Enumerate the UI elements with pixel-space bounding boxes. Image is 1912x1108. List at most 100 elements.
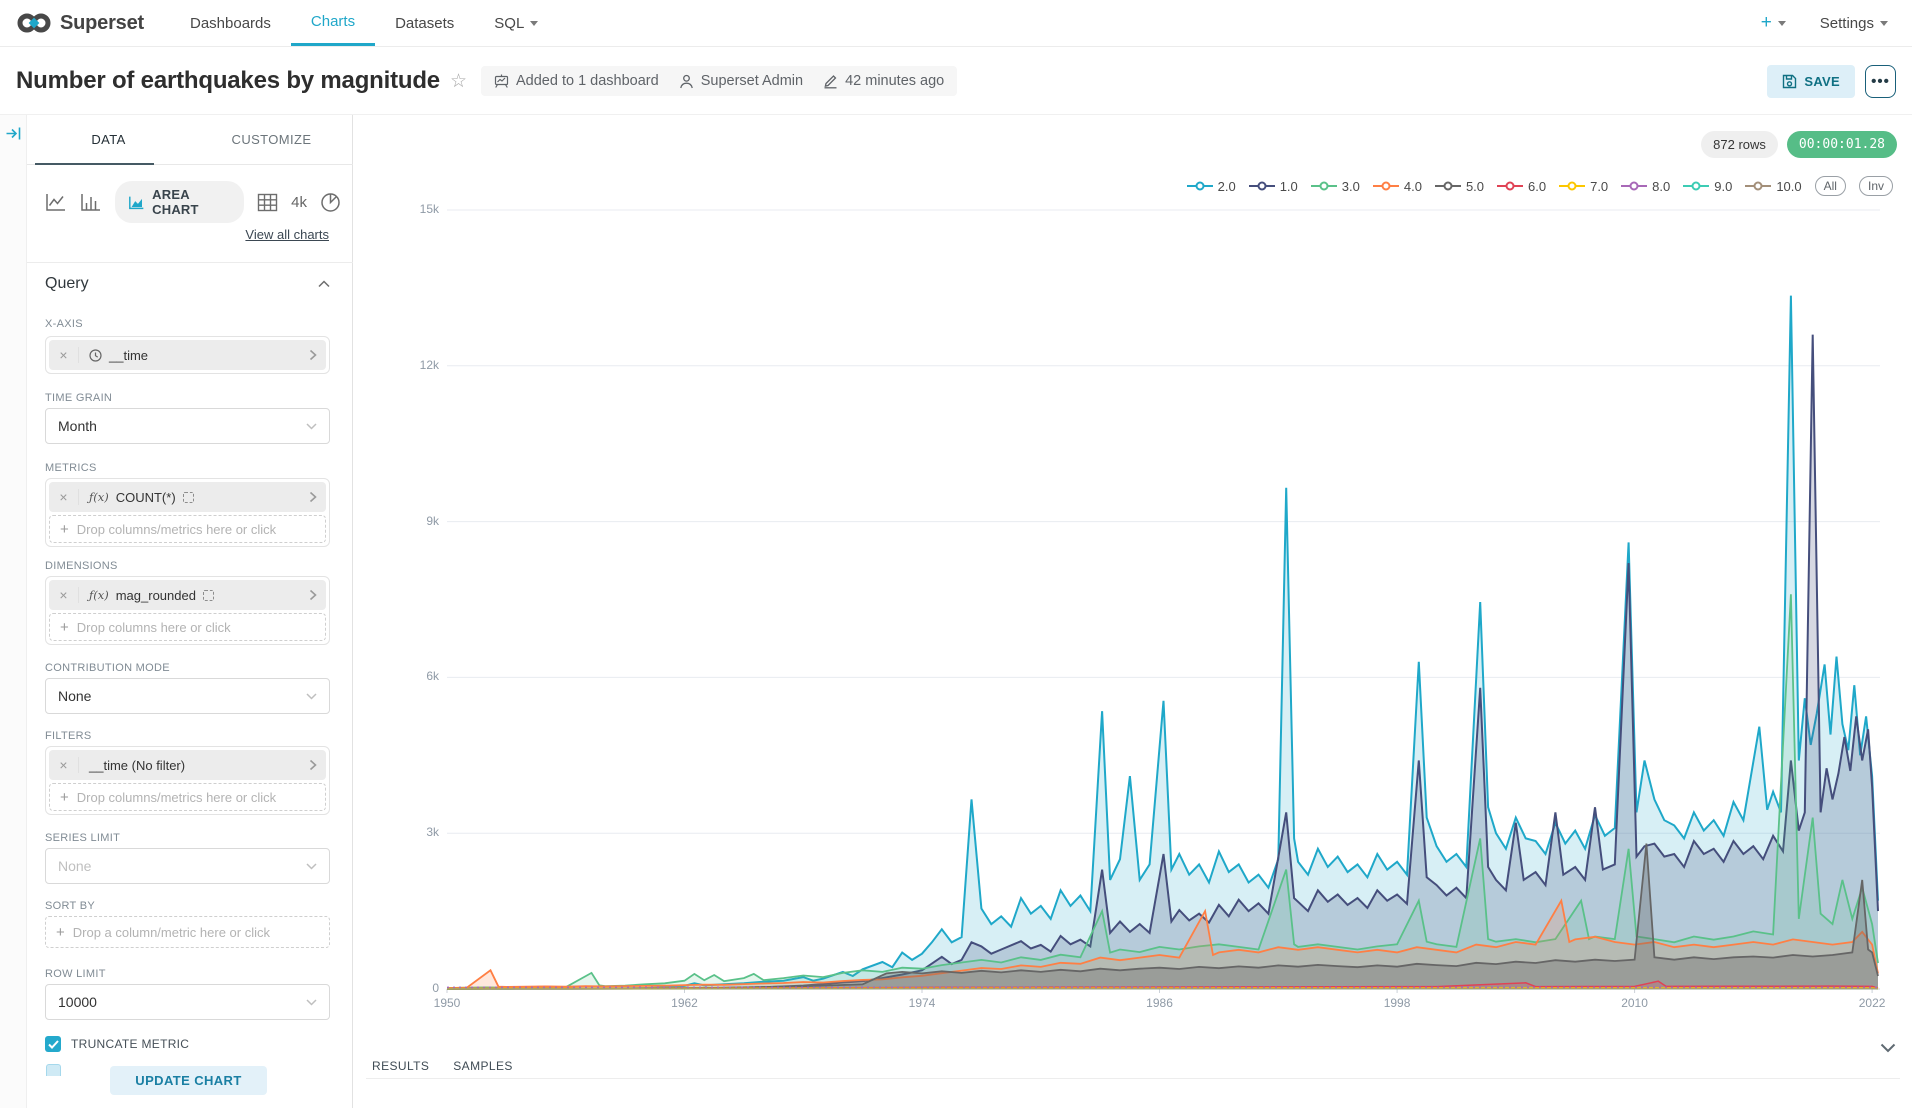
legend-item-7.0[interactable]: 7.0 xyxy=(1559,179,1608,194)
chevron-right-icon xyxy=(300,491,326,503)
brand-name: Superset xyxy=(60,12,144,35)
chart-header: Number of earthquakes by magnitude ☆ Add… xyxy=(0,48,1912,115)
remove-icon[interactable]: × xyxy=(49,489,79,505)
x-axis-control: × __time xyxy=(45,336,330,374)
truncate-metric-label: TRUNCATE METRIC xyxy=(71,1037,189,1051)
y-tick-label: 12k xyxy=(420,358,439,372)
bar-chart-icon[interactable] xyxy=(80,192,102,212)
chart-type-selected-area-chart[interactable]: AREA CHART xyxy=(115,181,244,223)
chart-legend: 2.0 1.0 3.0 4.0 5.0 6.0 7.0 8.0 9.0 10 xyxy=(1187,176,1893,196)
clock-icon xyxy=(89,349,102,362)
legend-button-all[interactable]: All xyxy=(1815,176,1846,196)
area-chart-icon xyxy=(128,194,145,211)
x-tick-label: 2010 xyxy=(1621,996,1648,1010)
chevron-right-icon xyxy=(300,589,326,601)
contribution-mode-select[interactable]: None xyxy=(45,678,330,714)
divider xyxy=(27,262,353,263)
big-number-chart-icon[interactable]: 4k xyxy=(291,194,307,211)
series-limit-select[interactable]: None xyxy=(45,848,330,884)
x-tick-label: 1998 xyxy=(1384,996,1411,1010)
panel-tabs: DATA CUSTOMIZE xyxy=(27,115,353,165)
divider xyxy=(366,1078,1900,1079)
nav-dashboards[interactable]: Dashboards xyxy=(170,0,291,46)
nav-datasets[interactable]: Datasets xyxy=(375,0,474,46)
legend-item-4.0[interactable]: 4.0 xyxy=(1373,179,1422,194)
time-grain-select[interactable]: Month xyxy=(45,408,330,444)
more-actions-button[interactable]: ••• xyxy=(1865,65,1896,98)
save-icon xyxy=(1782,74,1797,89)
favorite-star-icon[interactable]: ☆ xyxy=(450,70,467,93)
checkbox-checked-icon[interactable] xyxy=(45,1036,61,1052)
row-limit-select[interactable]: 10000 xyxy=(45,984,330,1020)
tab-customize[interactable]: CUSTOMIZE xyxy=(190,115,353,164)
collapse-panel-icon[interactable] xyxy=(5,125,22,142)
query-section-header[interactable]: Query xyxy=(45,275,330,293)
view-all-charts-link[interactable]: View all charts xyxy=(245,227,329,242)
chevron-right-icon xyxy=(300,349,326,361)
new-item-button[interactable]: + xyxy=(1761,12,1786,34)
metrics-drop-zone[interactable]: + Drop columns/metrics here or click xyxy=(49,515,326,543)
row-limit-label: ROW LIMIT xyxy=(45,968,330,980)
remove-icon[interactable]: × xyxy=(49,347,79,363)
legend-item-6.0[interactable]: 6.0 xyxy=(1497,179,1546,194)
chart-meta-bar: Added to 1 dashboard Superset Admin 42 m… xyxy=(481,66,957,96)
legend-marker-icon xyxy=(1621,181,1647,191)
legend-item-1.0[interactable]: 1.0 xyxy=(1249,179,1298,194)
filters-drop-zone[interactable]: + Drop columns/metrics here or click xyxy=(49,783,326,811)
chart-type-label: AREA CHART xyxy=(152,187,231,217)
chevron-down-icon xyxy=(1880,21,1888,26)
dimensions-drop-zone[interactable]: + Drop columns here or click xyxy=(49,613,326,641)
tab-samples[interactable]: SAMPLES xyxy=(453,1059,513,1073)
nav-charts[interactable]: Charts xyxy=(291,0,375,46)
chevron-down-icon xyxy=(306,423,317,430)
navbar: Superset Dashboards Charts Datasets SQL … xyxy=(0,0,1912,47)
page-title: Number of earthquakes by magnitude xyxy=(16,67,440,95)
sort-by-drop-zone[interactable]: + Drop a column/metric here or click xyxy=(45,916,330,948)
area-chart-plot xyxy=(447,210,1880,989)
adhoc-metric-icon xyxy=(183,492,194,503)
series-limit-label: SERIES LIMIT xyxy=(45,832,330,844)
metric-pill[interactable]: × ƒ(x) COUNT(*) xyxy=(49,482,326,512)
settings-menu[interactable]: Settings xyxy=(1820,15,1888,32)
y-tick-label: 0 xyxy=(432,981,439,995)
y-tick-label: 9k xyxy=(426,514,439,528)
table-chart-icon[interactable] xyxy=(257,193,278,212)
legend-item-8.0[interactable]: 8.0 xyxy=(1621,179,1670,194)
y-axis-labels: 03k6k9k12k15k xyxy=(354,210,439,989)
tab-data[interactable]: DATA xyxy=(27,115,190,164)
x-axis-pill[interactable]: × __time xyxy=(49,340,326,370)
metrics-label: METRICS xyxy=(45,462,330,474)
chart-owner[interactable]: Superset Admin xyxy=(679,73,803,89)
remove-icon[interactable]: × xyxy=(49,587,79,603)
filter-pill[interactable]: × __time (No filter) xyxy=(49,750,326,780)
legend-item-5.0[interactable]: 5.0 xyxy=(1435,179,1484,194)
nav-sql[interactable]: SQL xyxy=(474,0,558,46)
tab-results[interactable]: RESULTS xyxy=(372,1059,429,1073)
superset-brand[interactable]: Superset xyxy=(0,0,170,46)
legend-item-3.0[interactable]: 3.0 xyxy=(1311,179,1360,194)
remove-icon[interactable]: × xyxy=(49,757,79,773)
update-chart-button[interactable]: UPDATE CHART xyxy=(110,1066,267,1095)
legend-item-10.0[interactable]: 10.0 xyxy=(1745,179,1801,194)
legend-button-inv[interactable]: Inv xyxy=(1859,176,1893,196)
contribution-mode-label: CONTRIBUTION MODE xyxy=(45,662,330,674)
truncate-metric-checkbox-row[interactable]: TRUNCATE METRIC xyxy=(45,1036,189,1052)
save-button[interactable]: SAVE xyxy=(1767,65,1855,98)
line-chart-icon[interactable] xyxy=(45,192,67,212)
panel-gutter xyxy=(0,115,27,1108)
legend-item-2.0[interactable]: 2.0 xyxy=(1187,179,1236,194)
pie-chart-icon[interactable] xyxy=(320,192,341,213)
legend-item-9.0[interactable]: 9.0 xyxy=(1683,179,1732,194)
chevron-up-icon xyxy=(318,280,330,288)
dashboard-icon xyxy=(494,74,509,89)
filters-label: FILTERS xyxy=(45,730,330,742)
ellipsis-icon: ••• xyxy=(1871,73,1890,90)
collapse-results-chevron-icon[interactable] xyxy=(1880,1043,1896,1053)
last-modified[interactable]: 42 minutes ago xyxy=(823,73,944,89)
partial-checkbox[interactable] xyxy=(46,1064,61,1076)
dashboard-count[interactable]: Added to 1 dashboard xyxy=(494,73,659,89)
y-tick-label: 15k xyxy=(420,202,439,216)
legend-marker-icon xyxy=(1683,181,1709,191)
x-tick-label: 1962 xyxy=(671,996,698,1010)
dimension-pill[interactable]: × ƒ(x) mag_rounded xyxy=(49,580,326,610)
